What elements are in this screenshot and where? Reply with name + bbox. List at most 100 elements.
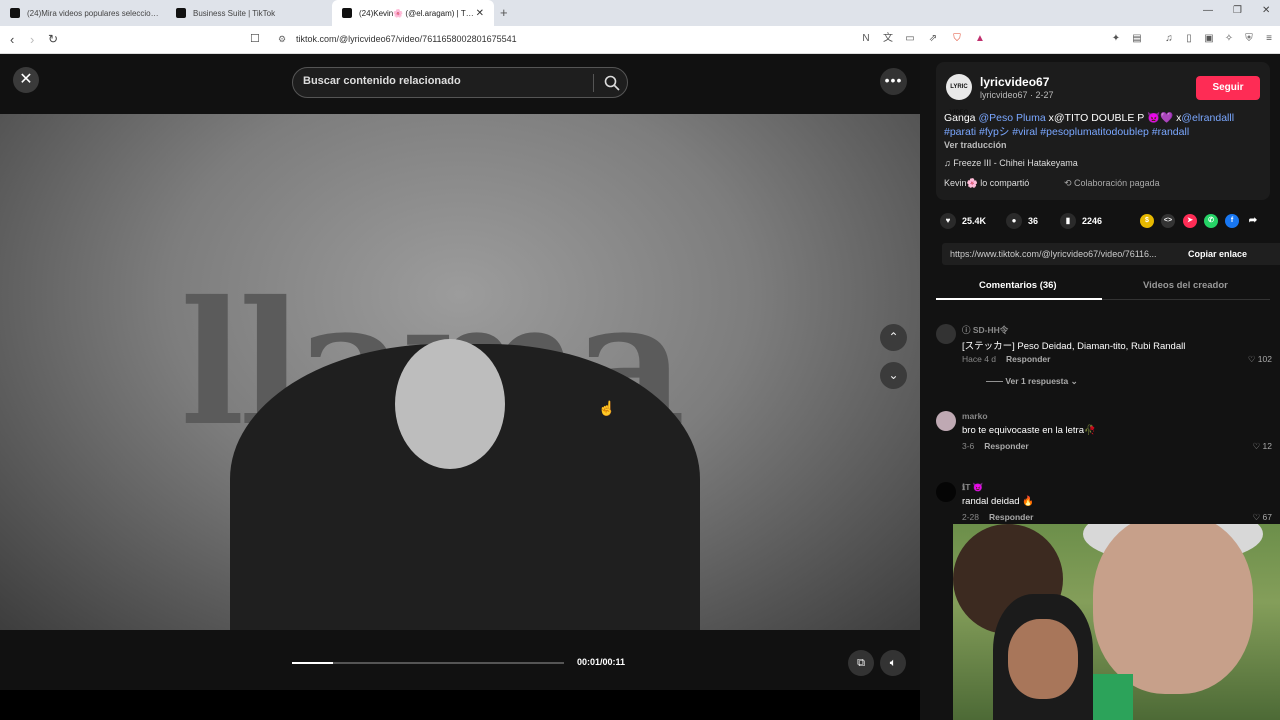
next-video-icon[interactable]: ⌄ <box>880 362 907 389</box>
comment-likes[interactable]: ♡ 12 <box>1253 441 1272 452</box>
stats-row: ♥ 25.4K ● 36 ▮ 2246 $ <> ➤ ✆ f ➦ <box>940 213 1270 231</box>
browser-tab-2[interactable]: Business Suite | TikTok <box>166 0 331 26</box>
restore-icon[interactable]: ❐ <box>1233 5 1242 16</box>
send-icon[interactable]: ➤ <box>1183 214 1197 228</box>
mouse-cursor-icon: ☝ <box>598 400 616 416</box>
shared-by[interactable]: Kevin🌸 lo compartió <box>944 178 1029 189</box>
avatar[interactable] <box>936 411 956 431</box>
progress-bar[interactable] <box>292 662 564 664</box>
reply-button[interactable]: Responder <box>989 512 1033 522</box>
translate-off-icon[interactable]: N <box>860 33 872 45</box>
author-subtitle: lyricvideo67 · 2-27 <box>980 90 1054 100</box>
coin-icon[interactable]: $ <box>1140 214 1154 228</box>
author-name[interactable]: lyricvideo67 <box>980 75 1049 89</box>
video-head <box>395 339 505 469</box>
window-close-icon[interactable]: ✕ <box>1262 5 1270 16</box>
mention-link[interactable]: @Peso Pluma <box>978 112 1045 124</box>
comment-button[interactable]: ● 36 <box>1006 213 1038 229</box>
pip-icon[interactable]: ⧉ <box>848 650 874 676</box>
list-item: marko bro te equivocaste en la letra🥀 3-… <box>936 411 1276 461</box>
webcam-overlay <box>953 524 1280 720</box>
share-icon[interactable]: ➦ <box>1246 214 1260 228</box>
shield-icon[interactable]: ⛉ <box>951 33 963 45</box>
search-icon[interactable] <box>603 74 621 92</box>
link-box: https://www.tiktok.com/@lyricvideo67/vid… <box>942 243 1280 265</box>
facebook-icon[interactable]: f <box>1225 214 1239 228</box>
save-count: 2246 <box>1082 216 1103 226</box>
cast-icon[interactable]: ▭ <box>904 33 916 45</box>
close-tab-icon[interactable]: ✕ <box>476 8 484 19</box>
comment-meta: 3-6 Responder <box>962 441 1029 451</box>
embed-icon[interactable]: <> <box>1161 214 1175 228</box>
browser-tab-1[interactable]: (24)Mira videos populares seleccio… <box>0 0 165 26</box>
comment-username[interactable]: marko <box>962 411 988 421</box>
comment-date: 2-28 <box>962 512 980 522</box>
comment-text: [ステッカー] Peso Deidad, Diaman-tito, Rubi R… <box>962 341 1186 352</box>
extensions-icon[interactable]: ✦ <box>1110 33 1122 45</box>
sidebar-icon[interactable]: ▯ <box>1183 33 1195 45</box>
view-replies-button[interactable]: —— Ver 1 respuesta ⌄ <box>986 376 1078 387</box>
desc-text: Ganga <box>944 112 979 124</box>
menu-icon[interactable]: ≡ <box>1263 33 1275 45</box>
wallet-icon[interactable]: ▣ <box>1203 33 1215 45</box>
avatar[interactable] <box>936 324 956 344</box>
translate-icon[interactable]: 文 <box>882 33 894 45</box>
comment-text: bro te equivocaste en la letra🥀 <box>962 425 1096 436</box>
reload-icon[interactable]: ↻ <box>48 32 58 46</box>
previous-video-icon[interactable]: ⌃ <box>880 324 907 351</box>
hashtags[interactable]: #parati #fypシ #viral #pesoplumatitodoubl… <box>944 126 1189 138</box>
url-field[interactable]: tiktok.com/@lyricvideo67/video/761165800… <box>296 34 517 44</box>
vpn-icon[interactable]: ⛨ <box>1243 33 1255 45</box>
tab-creator-videos[interactable]: Videos del creador <box>1143 280 1228 291</box>
copy-link-button[interactable]: Copiar enlace <box>1188 249 1247 259</box>
reader-icon[interactable]: ▤ <box>1131 33 1143 45</box>
browser-tab-3[interactable]: (24)Kevin🌸 (@el.aragam) | T… ✕ <box>332 0 494 26</box>
video-link[interactable]: https://www.tiktok.com/@lyricvideo67/vid… <box>950 249 1157 259</box>
bookmark-icon[interactable]: ☐ <box>250 32 260 45</box>
music-icon[interactable]: ♫ <box>1163 33 1175 45</box>
follow-button[interactable]: Seguir <box>1196 76 1260 100</box>
volume-icon[interactable]: 🔈︎ <box>880 650 906 676</box>
tiktok-icon <box>342 8 352 18</box>
desc-text: x@TITO DOUBLE P 👿💜 x <box>1045 112 1182 124</box>
save-button[interactable]: ▮ 2246 <box>1060 213 1102 229</box>
comment-likes[interactable]: ♡ 102 <box>1248 354 1272 365</box>
translate-link[interactable]: Ver traducción <box>944 140 1007 150</box>
close-icon[interactable]: ✕ <box>13 67 39 93</box>
avatar[interactable]: LYRIC VIDEO <box>946 74 972 116</box>
comment-likes[interactable]: ♡ 67 <box>1253 512 1272 523</box>
browser-tab-bar: (24)Mira videos populares seleccio… Busi… <box>0 0 1280 26</box>
webcam-face <box>1008 619 1078 699</box>
leo-icon[interactable]: ✧ <box>1223 33 1235 45</box>
forward-icon[interactable]: › <box>30 32 34 47</box>
video-frame[interactable]: llama ☝ <box>0 114 920 630</box>
author-card: LYRIC VIDEO lyricvideo67 lyricvideo67 · … <box>936 62 1270 200</box>
share-page-icon[interactable]: ⇗ <box>927 33 939 45</box>
search-box[interactable] <box>292 67 628 98</box>
like-count: 25.4K <box>962 216 987 226</box>
tab-comments[interactable]: Comentarios (36) <box>979 280 1057 291</box>
search-divider <box>593 74 594 92</box>
mention-link[interactable]: @elrandalll <box>1181 112 1234 124</box>
more-options-icon[interactable]: ••• <box>880 68 907 95</box>
comment-username[interactable]: ⓘ SD-HH令 <box>962 324 1008 336</box>
back-icon[interactable]: ‹ <box>10 32 14 47</box>
avatar[interactable] <box>936 482 956 502</box>
reply-button[interactable]: Responder <box>1006 354 1050 364</box>
comment-username[interactable]: ℹT 😈 <box>962 482 983 493</box>
minimize-icon[interactable]: — <box>1203 5 1213 16</box>
reply-button[interactable]: Responder <box>984 441 1028 451</box>
like-button[interactable]: ♥ 25.4K <box>940 213 986 229</box>
list-item: ℹT 😈 randal deidad 🔥 2-28 Responder ♡ 67 <box>936 482 1276 528</box>
comment-date: Hace 4 d <box>962 354 997 364</box>
tab-title: (24)Mira videos populares seleccio… <box>27 8 159 18</box>
comment-count: 36 <box>1028 216 1039 226</box>
rewards-icon[interactable]: ▲ <box>974 33 986 45</box>
music-link[interactable]: ♫ Freeze III - Chihei Hatakeyama <box>944 158 1078 168</box>
video-player: ✕ ••• llama ☝ ⌃ ⌄ 00:01/00:11 ⧉ 🔈︎ <box>0 54 920 690</box>
whatsapp-icon[interactable]: ✆ <box>1204 214 1218 228</box>
new-tab-button[interactable]: + <box>500 5 508 20</box>
site-info-icon[interactable]: ⚙ <box>278 34 286 45</box>
time-display: 00:01/00:11 <box>577 657 626 667</box>
search-input[interactable] <box>303 75 583 87</box>
